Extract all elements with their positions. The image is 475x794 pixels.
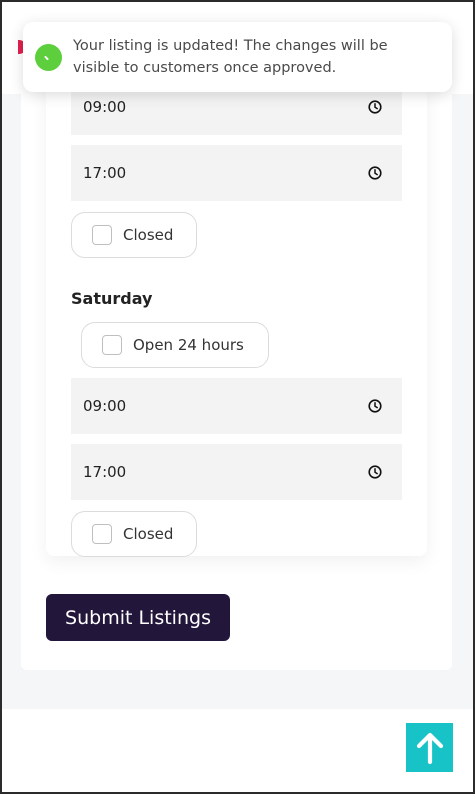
checkbox-square[interactable] — [92, 524, 112, 544]
clock-icon[interactable] — [368, 399, 382, 413]
friday-open-time-value: 09:00 — [83, 98, 127, 116]
toast-message: Your listing is updated! The changes wil… — [73, 38, 388, 76]
saturday-open-24-label: Open 24 hours — [133, 336, 244, 354]
friday-close-time-input[interactable]: 17:00 — [71, 145, 402, 201]
checkbox-square[interactable] — [102, 335, 122, 355]
saturday-closed-label: Closed — [123, 525, 174, 543]
update-toast-notification: Your listing is updated! The changes wil… — [23, 22, 452, 92]
saturday-day-label: Saturday — [71, 289, 153, 308]
submit-listings-button[interactable]: Submit Listings — [46, 594, 230, 641]
saturday-close-time-input[interactable]: 17:00 — [71, 444, 402, 500]
page-footer — [0, 709, 475, 794]
success-dot-icon — [35, 43, 62, 71]
clock-icon[interactable] — [368, 465, 382, 479]
checkbox-square[interactable] — [92, 225, 112, 245]
friday-closed-checkbox[interactable]: Closed — [71, 212, 197, 258]
saturday-close-time-value: 17:00 — [83, 463, 127, 481]
scroll-to-top-button[interactable] — [406, 723, 453, 772]
saturday-open-time-input[interactable]: 09:00 — [71, 378, 402, 434]
arrow-up-icon — [416, 732, 443, 764]
saturday-open-time-value: 09:00 — [83, 397, 127, 415]
friday-closed-label: Closed — [123, 226, 174, 244]
friday-close-time-value: 17:00 — [83, 164, 127, 182]
saturday-open-24-checkbox[interactable]: Open 24 hours — [81, 322, 269, 368]
saturday-closed-checkbox[interactable]: Closed — [71, 511, 197, 557]
clock-icon[interactable] — [368, 100, 382, 114]
clock-icon[interactable] — [368, 166, 382, 180]
